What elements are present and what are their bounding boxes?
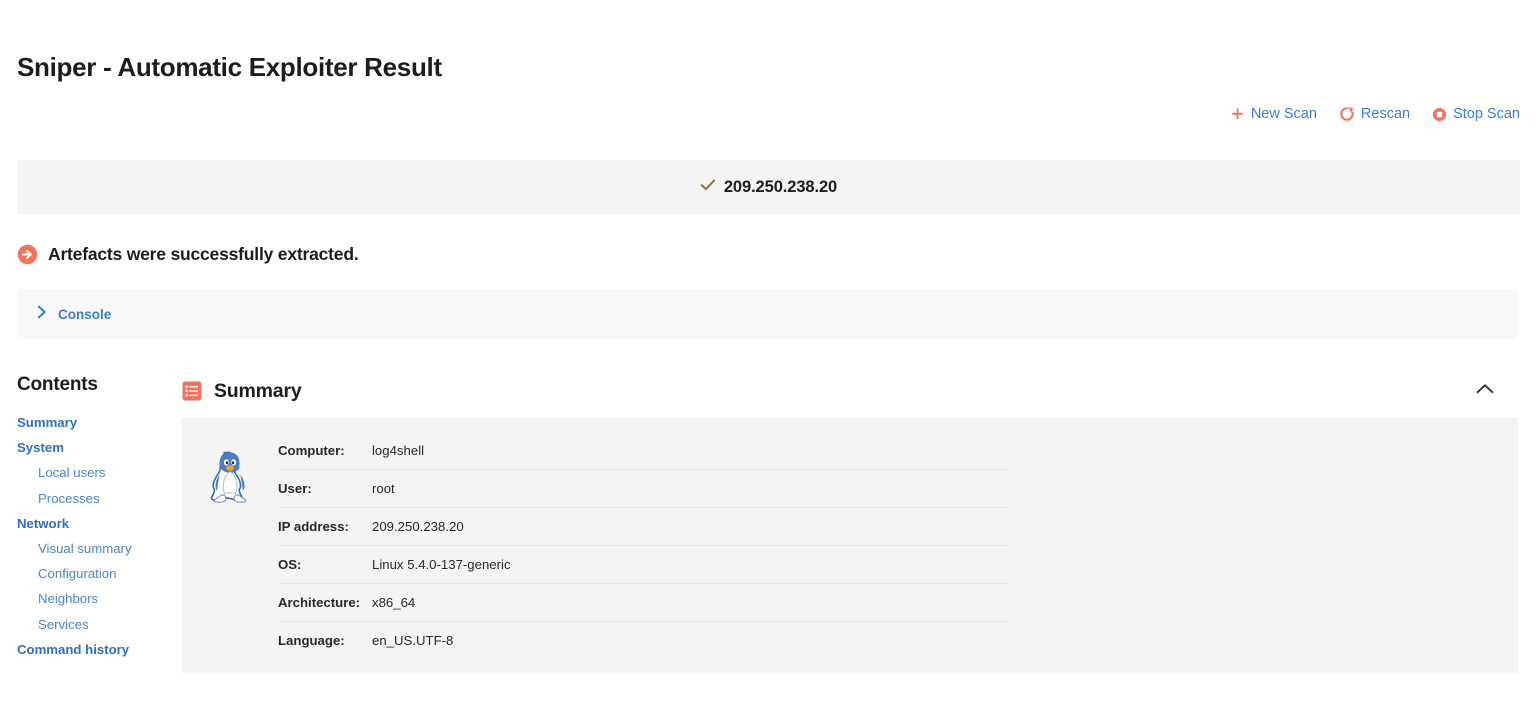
- check-icon: [700, 177, 716, 197]
- row-key: IP address:: [278, 507, 372, 546]
- artefacts-status: Artefacts were successfully extracted.: [17, 244, 359, 265]
- toc-item-visual-summary[interactable]: Visual summary: [17, 536, 167, 561]
- page-title: Sniper - Automatic Exploiter Result: [17, 52, 442, 82]
- chevron-right-icon: [37, 305, 48, 324]
- arrow-right-circle-icon: [17, 244, 38, 265]
- stop-scan-label: Stop Scan: [1453, 106, 1520, 122]
- row-value: root: [372, 469, 1008, 508]
- sniper-exploiter-result-page: Sniper - Automatic Exploiter Result New …: [0, 0, 1536, 711]
- console-label: Console: [58, 306, 112, 322]
- target-host-banner: 209.250.238.20: [17, 160, 1520, 214]
- toc-item-local-users[interactable]: Local users: [17, 460, 167, 485]
- stop-scan-button[interactable]: Stop Scan: [1432, 106, 1520, 122]
- toc-item-services[interactable]: Services: [17, 612, 167, 637]
- contents-sidebar: Contents Summary System Local users Proc…: [17, 374, 167, 662]
- artefacts-message: Artefacts were successfully extracted.: [48, 244, 359, 264]
- table-row: User: root: [278, 469, 1008, 508]
- summary-info-table: Computer: log4shell User: root IP addres…: [278, 432, 1008, 659]
- row-value: 209.250.238.20: [372, 507, 1008, 546]
- row-value: log4shell: [372, 432, 1008, 470]
- toc-item-configuration[interactable]: Configuration: [17, 561, 167, 586]
- chevron-up-icon: [1476, 382, 1494, 400]
- row-value: x86_64: [372, 583, 1008, 622]
- row-value: en_US.UTF-8: [372, 633, 454, 648]
- refresh-icon: [1339, 106, 1355, 122]
- row-key: Language:: [278, 633, 345, 648]
- rescan-button[interactable]: Rescan: [1339, 106, 1410, 122]
- summary-panel: Computer: log4shell User: root IP addres…: [182, 418, 1518, 673]
- summary-section-header: Summary: [182, 374, 1518, 408]
- action-toolbar: New Scan Rescan Stop Scan: [1230, 106, 1520, 122]
- toc-item-system[interactable]: System: [17, 435, 167, 460]
- new-scan-label: New Scan: [1250, 106, 1317, 122]
- console-panel: Console: [17, 289, 1518, 339]
- toc-item-processes[interactable]: Processes: [17, 486, 167, 511]
- row-value: Linux 5.4.0-137-generic: [372, 545, 1008, 584]
- row-key: OS:: [278, 545, 372, 584]
- plus-icon: [1230, 107, 1245, 122]
- summary-collapse-button[interactable]: [1476, 382, 1494, 400]
- list-icon: [182, 381, 202, 401]
- toc-item-command-history[interactable]: Command history: [17, 637, 167, 662]
- row-key: Architecture:: [278, 583, 372, 622]
- stop-circle-icon: [1432, 107, 1447, 122]
- toc-item-neighbors[interactable]: Neighbors: [17, 586, 167, 611]
- summary-title: Summary: [214, 379, 302, 402]
- toc-item-network[interactable]: Network: [17, 511, 167, 536]
- row-key: User:: [278, 469, 372, 508]
- table-row: IP address: 209.250.238.20: [278, 507, 1008, 546]
- contents-title: Contents: [17, 374, 98, 395]
- table-row: Language: en_US.UTF-8: [278, 622, 1008, 660]
- table-row: Architecture: x86_64: [278, 583, 1008, 622]
- new-scan-button[interactable]: New Scan: [1230, 106, 1317, 122]
- rescan-label: Rescan: [1360, 106, 1411, 122]
- linux-tux-icon: [182, 432, 278, 659]
- toc-item-summary[interactable]: Summary: [17, 410, 167, 435]
- row-key: Computer:: [278, 432, 372, 470]
- console-toggle[interactable]: Console: [37, 305, 111, 324]
- table-row: Computer: log4shell: [278, 432, 1008, 470]
- table-row: OS: Linux 5.4.0-137-generic: [278, 545, 1008, 584]
- target-ip: 209.250.238.20: [723, 177, 838, 196]
